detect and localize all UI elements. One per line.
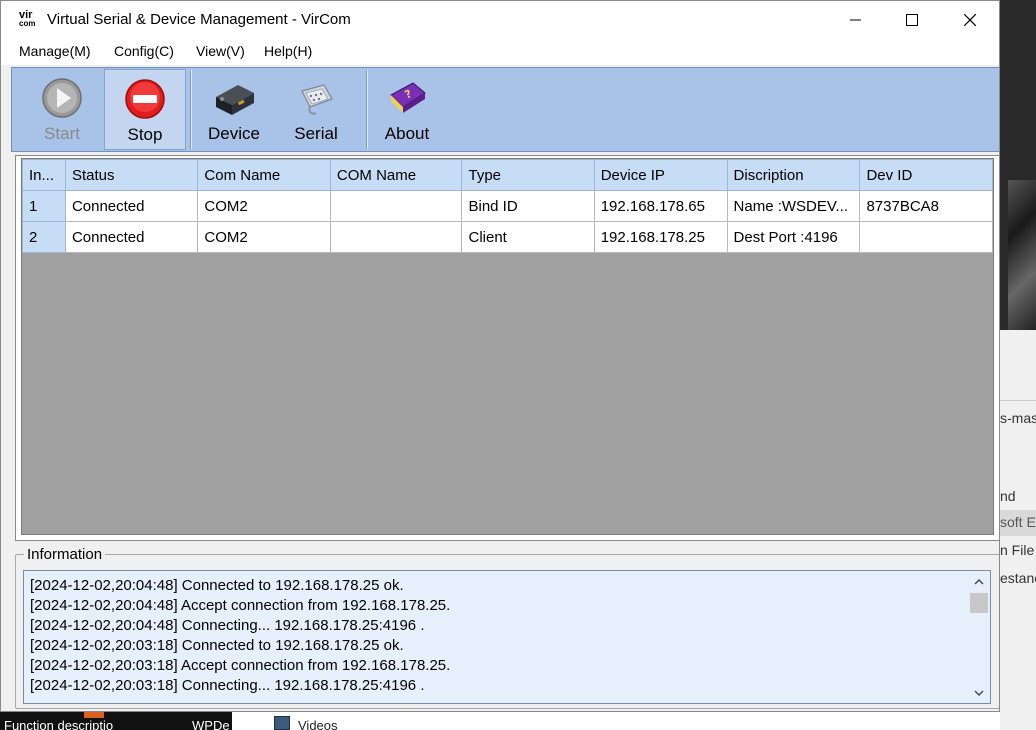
- device-label: Device: [208, 124, 260, 143]
- cell-status: Connected: [64, 221, 199, 253]
- column-header-index[interactable]: In...: [22, 159, 66, 191]
- device-icon: [216, 85, 254, 115]
- menu-view[interactable]: View(V): [196, 43, 245, 59]
- column-header-com-name-2[interactable]: COM Name: [329, 159, 463, 191]
- row-index: 1: [22, 190, 66, 222]
- background-image: [1000, 0, 1036, 330]
- cell-com-name: COM2: [197, 221, 331, 253]
- cell-dev-id: [859, 221, 993, 253]
- column-header-type[interactable]: Type: [461, 159, 595, 191]
- column-header-device-ip[interactable]: Device IP: [593, 159, 728, 191]
- table-row[interactable]: 1 Connected COM2 Bind ID 192.168.178.65 …: [22, 190, 993, 222]
- close-icon: [964, 14, 976, 26]
- background-text: n File: [1000, 542, 1035, 558]
- log-line: [2024-12-02,20:04:48] Connected to 192.1…: [30, 577, 404, 594]
- background-text: Videos: [298, 718, 338, 730]
- information-group: Information [2024-12-02,20:04:48] Connec…: [15, 546, 999, 709]
- column-header-description[interactable]: Discription: [726, 159, 861, 191]
- minimize-icon: [850, 19, 861, 21]
- cell-type: Client: [461, 221, 595, 253]
- background-text: WPDe: [192, 718, 230, 730]
- chevron-down-icon: [974, 690, 984, 696]
- cell-device-ip: 192.168.178.25: [593, 221, 728, 253]
- app-window: vir com Virtual Serial & Device Manageme…: [0, 0, 1000, 712]
- chevron-up-icon: [974, 578, 984, 584]
- cell-device-ip: 192.168.178.65: [593, 190, 728, 222]
- cell-com-name: COM2: [197, 190, 331, 222]
- background-text: s-mas: [1000, 410, 1036, 426]
- log-line: [2024-12-02,20:03:18] Accept connection …: [30, 657, 451, 674]
- scroll-thumb[interactable]: [970, 593, 988, 613]
- background-text: nd: [1000, 488, 1016, 504]
- about-button[interactable]: ? About: [370, 69, 444, 150]
- background-text: estanc: [1000, 570, 1036, 586]
- cell-description: Dest Port :4196: [726, 221, 861, 253]
- log-line: [2024-12-02,20:04:48] Connecting... 192.…: [30, 617, 425, 634]
- table-header-row: In... Status Com Name COM Name Type Devi…: [22, 159, 993, 191]
- play-icon: [42, 78, 82, 118]
- close-button[interactable]: [941, 1, 999, 39]
- serial-button[interactable]: Serial: [274, 69, 358, 150]
- table-row[interactable]: 2 Connected COM2 Client 192.168.178.25 D…: [22, 221, 993, 253]
- log-line: [2024-12-02,20:03:18] Connected to 192.1…: [30, 637, 404, 654]
- log-scrollbar[interactable]: [968, 571, 990, 703]
- menu-help[interactable]: Help(H): [264, 43, 312, 59]
- app-logo: vir com: [19, 9, 36, 28]
- stop-button[interactable]: Stop: [104, 69, 186, 150]
- minimize-button[interactable]: [827, 1, 885, 39]
- scroll-up-button[interactable]: [968, 571, 990, 591]
- menu-config[interactable]: Config(C): [114, 43, 174, 59]
- maximize-button[interactable]: [883, 1, 941, 39]
- help-book-icon: ?: [390, 82, 426, 113]
- window-title: Virtual Serial & Device Management - Vir…: [47, 11, 351, 28]
- toolbar: Start Stop Device Serial ? About: [11, 67, 999, 152]
- title-bar[interactable]: vir com Virtual Serial & Device Manageme…: [1, 1, 999, 39]
- connection-grid: In... Status Com Name COM Name Type Devi…: [22, 159, 993, 253]
- row-index: 2: [22, 221, 66, 253]
- device-button[interactable]: Device: [194, 69, 274, 150]
- serial-label: Serial: [294, 124, 338, 143]
- background-text: soft E: [1000, 510, 1036, 536]
- cell-dev-id: 8737BCA8: [859, 190, 993, 222]
- cell-com-name-2: [329, 190, 463, 222]
- stop-icon: [125, 79, 165, 119]
- information-title: Information: [24, 546, 106, 563]
- maximize-icon: [906, 14, 918, 26]
- column-header-dev-id[interactable]: Dev ID: [859, 159, 993, 191]
- start-label: Start: [44, 124, 80, 143]
- cell-description: Name :WSDEV...: [726, 190, 861, 222]
- folder-icon: [274, 716, 290, 730]
- background-text: Function descriptio: [4, 718, 114, 730]
- background-taskbar: Function descriptio WPDe Videos: [0, 712, 1000, 730]
- information-log[interactable]: [2024-12-02,20:04:48] Connected to 192.1…: [23, 570, 991, 704]
- scroll-down-button[interactable]: [968, 683, 990, 703]
- stop-label: Stop: [127, 125, 163, 144]
- start-button[interactable]: Start: [22, 69, 102, 150]
- menu-manage[interactable]: Manage(M): [19, 43, 91, 59]
- log-line: [2024-12-02,20:03:18] Connecting... 192.…: [30, 677, 425, 694]
- background-window-right: s-mas nd soft E n File estanc: [1000, 0, 1036, 730]
- menu-bar: Manage(M) Config(C) View(V) Help(H): [1, 39, 999, 65]
- cell-com-name-2: [329, 221, 463, 253]
- connection-table-frame: In... Status Com Name COM Name Type Devi…: [15, 155, 999, 541]
- connection-table: In... Status Com Name COM Name Type Devi…: [21, 158, 994, 535]
- column-header-com-name[interactable]: Com Name: [197, 159, 331, 191]
- about-label: About: [384, 124, 430, 143]
- column-header-status[interactable]: Status: [64, 159, 199, 191]
- cell-type: Bind ID: [461, 190, 595, 222]
- cell-status: Connected: [64, 190, 199, 222]
- serial-port-icon: [301, 84, 333, 115]
- log-line: [2024-12-02,20:04:48] Accept connection …: [30, 597, 451, 614]
